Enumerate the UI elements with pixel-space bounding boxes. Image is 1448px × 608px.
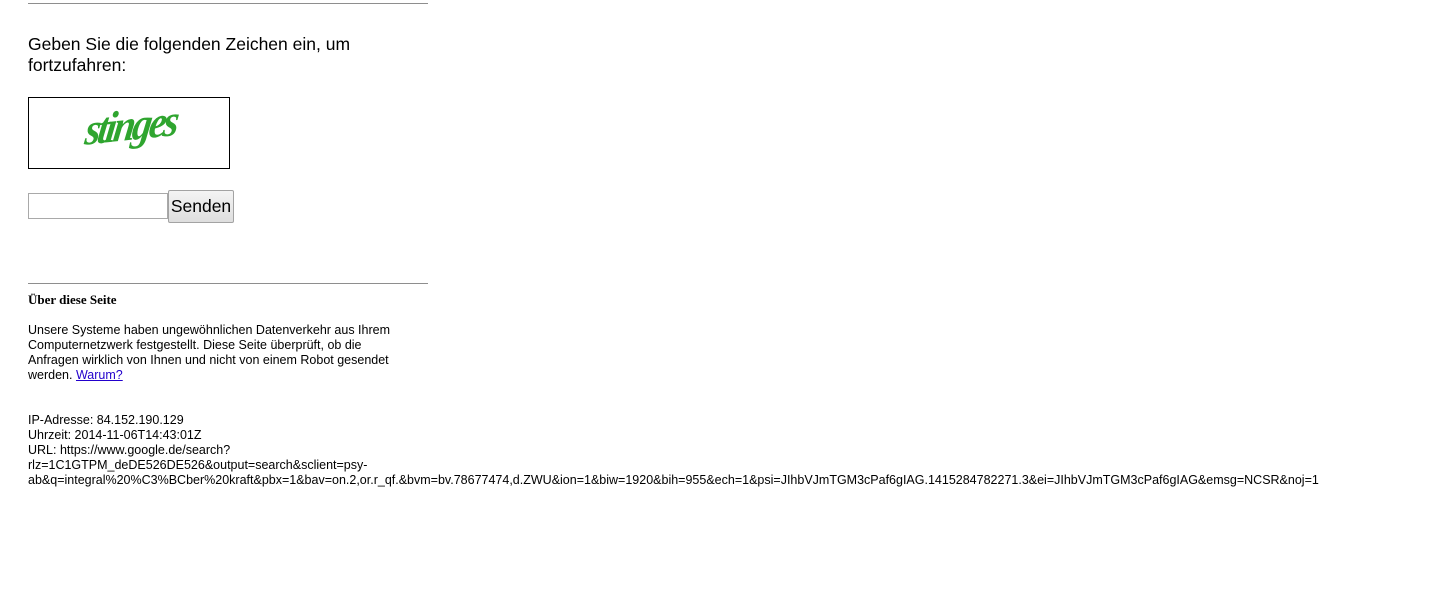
captcha-prompt: Geben Sie die folgenden Zeichen ein, um … [28, 34, 351, 75]
top-divider [28, 3, 428, 4]
captcha-input[interactable] [28, 193, 168, 219]
about-text: Unsere Systeme haben ungewöhnlichen Date… [28, 323, 413, 383]
submit-button[interactable]: Senden [168, 190, 234, 223]
url-line: ab&q=integral%20%C3%BCber%20kraft&pbx=1&… [28, 473, 1319, 487]
captcha-text: stinges [81, 98, 182, 155]
url-line: URL: https://www.google.de/search? [28, 443, 231, 457]
section-divider [28, 283, 428, 284]
ip-address: IP-Adresse: 84.152.190.129 [28, 413, 184, 427]
why-link[interactable]: Warum? [76, 368, 123, 382]
captcha-image: stinges [28, 97, 230, 169]
url-line: rlz=1C1GTPM_deDE526DE526&output=search&s… [28, 458, 368, 472]
about-heading: Über diese Seite [28, 292, 117, 307]
request-info: IP-Adresse: 84.152.190.129 Uhrzeit: 2014… [28, 413, 1428, 488]
timestamp: Uhrzeit: 2014-11-06T14:43:01Z [28, 428, 202, 442]
